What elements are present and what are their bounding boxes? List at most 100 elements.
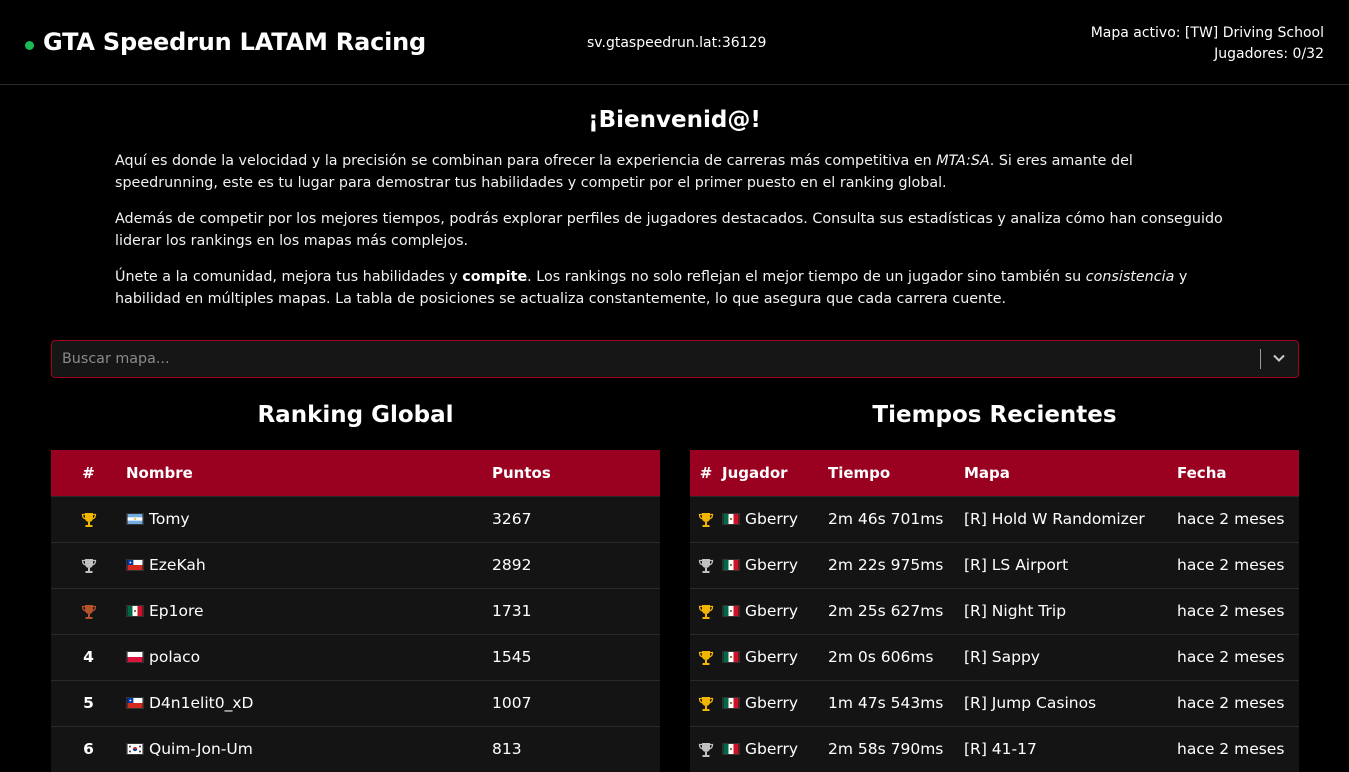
time-column-header: Tiempo — [828, 463, 891, 482]
server-status-dot — [25, 41, 34, 50]
player-cell[interactable]: Gberry — [722, 634, 828, 680]
server-info: Mapa activo: [TW] Driving School Jugador… — [1091, 23, 1324, 65]
map-search[interactable] — [51, 340, 1299, 378]
player-name[interactable]: Ep1ore — [149, 602, 204, 620]
trophy-silver-icon — [698, 558, 714, 573]
flag-kr-icon — [126, 743, 144, 756]
player-name-cell[interactable]: polaco — [126, 634, 492, 680]
player-name-cell[interactable]: EzeKah — [126, 542, 492, 588]
map-cell[interactable]: [R] Hold W Randomizer — [964, 496, 1177, 542]
table-row[interactable]: Gberry 2m 46s 701ms [R] Hold W Randomizer h… — [690, 496, 1299, 542]
player-cell[interactable]: Gberry — [722, 680, 828, 726]
map-cell[interactable]: [R] Jump Casinos — [964, 680, 1177, 726]
rank-cell — [51, 542, 126, 588]
intro-paragraph-1: Aquí es donde la velocidad y la precisió… — [115, 153, 1133, 191]
table-row[interactable]: Gberry 2m 25s 627ms [R] Night Trip hace 2 m… — [690, 588, 1299, 634]
table-row[interactable]: 4 polaco 1545 — [51, 634, 660, 680]
rank-cell — [690, 542, 722, 588]
chevron-down-icon[interactable] — [1272, 351, 1286, 365]
flag-mx-icon — [722, 651, 740, 663]
table-row[interactable]: Tomy 3267 — [51, 496, 660, 542]
map-cell[interactable]: [R] Night Trip — [964, 588, 1177, 634]
date-cell: hace 2 meses — [1177, 648, 1285, 666]
player-cell[interactable]: Gberry — [722, 588, 828, 634]
table-row[interactable]: Gberry 2m 0s 606ms [R] Sappy hace 2 meses — [690, 634, 1299, 680]
player-name[interactable]: Quim-Jon-Um — [149, 740, 253, 758]
map-cell[interactable]: [R] LS Airport — [964, 542, 1177, 588]
player-name[interactable]: Gberry — [745, 602, 798, 620]
table-row[interactable]: 5 D4n1elit0_xD 1007 — [51, 680, 660, 726]
rank-cell — [51, 588, 126, 634]
ranking-header-row: # Nombre Puntos — [51, 450, 660, 496]
time-cell: 2m 25s 627ms — [828, 602, 944, 620]
ranking-title: Ranking Global — [257, 402, 454, 428]
player-name[interactable]: polaco — [149, 648, 200, 666]
player-name[interactable]: Gberry — [745, 740, 798, 758]
player-name[interactable]: Gberry — [745, 556, 798, 574]
rank-column-header: # — [82, 463, 95, 482]
time-cell: 2m 22s 975ms — [828, 556, 944, 574]
intro-paragraph-2: Además de competir por los mejores tiemp… — [115, 211, 1223, 249]
player-name[interactable]: EzeKah — [149, 556, 206, 574]
table-row[interactable]: EzeKah 2892 — [51, 542, 660, 588]
player-cell[interactable]: Gberry — [722, 726, 828, 772]
rank-cell — [690, 680, 722, 726]
trophy-bronze-icon — [81, 604, 96, 619]
flag-cl-icon — [126, 697, 144, 709]
player-name[interactable]: Gberry — [745, 510, 798, 528]
server-address: sv.gtaspeedrun.lat:36129 — [587, 35, 767, 51]
map-cell[interactable]: [R] Sappy — [964, 634, 1177, 680]
date-cell: hace 2 meses — [1177, 602, 1285, 620]
player-name[interactable]: Tomy — [149, 510, 190, 528]
site-title[interactable]: GTA Speedrun LATAM Racing — [43, 28, 426, 56]
rank-cell: 4 — [51, 634, 126, 680]
rank-column-header: # — [699, 463, 713, 482]
points-cell: 2892 — [492, 556, 532, 574]
player-name-cell[interactable]: Tomy — [126, 496, 492, 542]
search-separator — [1260, 349, 1261, 369]
player-name-cell[interactable]: Ep1ore — [126, 588, 492, 634]
map-search-input[interactable] — [52, 341, 1252, 377]
time-cell: 1m 47s 543ms — [828, 694, 944, 712]
player-cell[interactable]: Gberry — [722, 496, 828, 542]
player-name-cell[interactable]: D4n1elit0_xD — [126, 680, 492, 726]
player-name[interactable]: D4n1elit0_xD — [149, 694, 253, 712]
points-cell: 813 — [492, 740, 522, 759]
rank-cell — [690, 726, 722, 772]
flag-pl-icon — [126, 651, 144, 663]
trophy-gold-icon — [698, 650, 714, 665]
rank-cell — [690, 634, 722, 680]
table-row[interactable]: Gberry 1m 47s 543ms [R] Jump Casinos hace 2… — [690, 680, 1299, 726]
table-row[interactable]: Ep1ore 1731 — [51, 588, 660, 634]
rank-number: 4 — [83, 648, 94, 666]
player-count: Jugadores: 0/32 — [1214, 46, 1324, 62]
date-column-header: Fecha — [1177, 463, 1227, 482]
map-cell[interactable]: [R] 41-17 — [964, 726, 1177, 772]
trophy-silver-icon — [81, 558, 96, 573]
flag-mx-icon — [722, 513, 740, 525]
player-column-header: Jugador — [722, 463, 788, 482]
rank-number: 5 — [83, 694, 94, 712]
player-name[interactable]: Gberry — [745, 648, 798, 666]
points-cell: 3267 — [492, 510, 532, 528]
table-row[interactable]: Gberry 2m 22s 975ms [R] LS Airport hace 2 m… — [690, 542, 1299, 588]
rank-cell — [690, 588, 722, 634]
flag-mx-icon — [722, 559, 740, 571]
table-row[interactable]: Gberry 2m 58s 790ms [R] 41-17 hace 2 meses — [690, 726, 1299, 772]
ranking-table: # Nombre Puntos Tomy 3267 EzeKah 2892 Ep1ore… — [51, 450, 660, 772]
name-column-header: Nombre — [126, 463, 193, 482]
trophy-silver-icon — [698, 742, 714, 757]
intro-paragraph-3: Únete a la comunidad, mejora tus habilid… — [115, 269, 1188, 307]
trophy-gold-icon — [698, 512, 714, 527]
rank-cell: 6 — [51, 726, 126, 772]
date-cell: hace 2 meses — [1177, 694, 1285, 712]
rank-cell — [51, 496, 126, 542]
flag-mx-icon — [722, 605, 740, 617]
flag-mx-icon — [722, 743, 740, 756]
date-cell: hace 2 meses — [1177, 740, 1285, 759]
table-row[interactable]: 6 Quim-Jon-Um 813 — [51, 726, 660, 772]
player-cell[interactable]: Gberry — [722, 542, 828, 588]
player-name[interactable]: Gberry — [745, 694, 798, 712]
rank-cell: 5 — [51, 680, 126, 726]
player-name-cell[interactable]: Quim-Jon-Um — [126, 726, 492, 772]
